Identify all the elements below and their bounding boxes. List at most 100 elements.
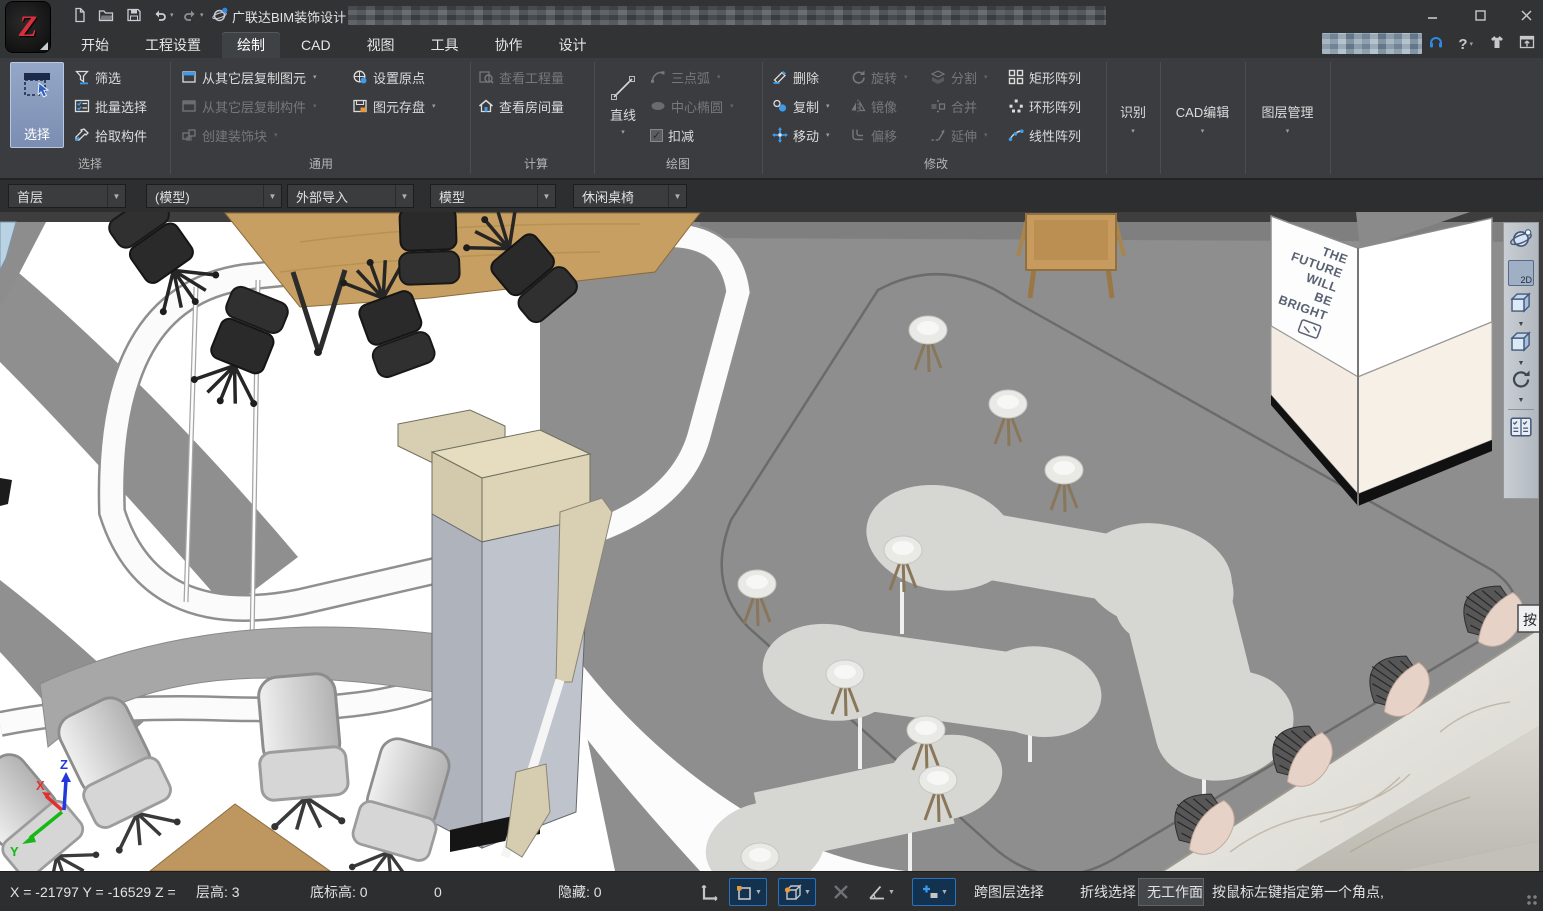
ring-array-button[interactable]: 环形阵列: [1008, 93, 1081, 119]
merge-icon: [930, 98, 946, 114]
split-button[interactable]: 分割▾: [930, 64, 990, 90]
undo-icon[interactable]: ▾: [152, 6, 176, 24]
close-button[interactable]: [1511, 6, 1541, 24]
tab-project-settings[interactable]: 工程设置: [130, 32, 216, 58]
dynamic-input-toggle[interactable]: ▼: [912, 878, 956, 906]
tab-design[interactable]: 设计: [544, 32, 602, 58]
undo-dropdown-icon[interactable]: ▾: [170, 11, 174, 19]
ortho-toggle[interactable]: [694, 878, 724, 906]
linear-array-button[interactable]: 线性阵列: [1008, 122, 1081, 148]
merge-button[interactable]: 合并: [930, 93, 977, 119]
viewport-edge: [1539, 212, 1543, 871]
chevron-down-icon[interactable]: ▼: [755, 889, 762, 896]
3d-scene-canvas[interactable]: THE FUTURE WILL BE BRIGHT: [0, 212, 1543, 871]
recognize-button[interactable]: 识别▾: [1106, 62, 1160, 174]
sync-sphere-icon[interactable]: [212, 6, 229, 24]
tab-cad[interactable]: CAD: [286, 32, 346, 58]
delete-button[interactable]: 删除: [772, 64, 819, 90]
floor-height-value: 层高: 3: [196, 872, 240, 911]
cad-edit-button[interactable]: CAD编辑▾: [1160, 62, 1245, 174]
pick-component-button[interactable]: 拾取构件: [74, 122, 147, 148]
linear-array-icon: [1008, 127, 1024, 143]
block-icon: [181, 127, 197, 143]
filter-button[interactable]: 筛选: [74, 64, 121, 90]
copy-elements-from-layer-button[interactable]: 从其它层复制图元▾: [181, 64, 319, 90]
group-label-calc: 计算: [491, 155, 581, 172]
copy-components-from-layer-button[interactable]: 从其它层复制构件▾: [181, 93, 319, 119]
ribbon-tab-bar: 开始 工程设置 绘制 CAD 视图 工具 协作 设计: [0, 30, 1543, 58]
split-icon: [930, 69, 946, 85]
app-logo[interactable]: Z: [6, 2, 50, 52]
svg-text:Z: Z: [60, 757, 68, 772]
redo-dropdown-icon[interactable]: ▾: [200, 11, 204, 19]
view-quantity-button[interactable]: 查看工程量: [478, 64, 564, 90]
layer-manage-button[interactable]: 图层管理▾: [1245, 62, 1330, 174]
ribbon: 选择 筛选 批量选择 拾取构件 选择 从其它层复制图元▾ 从其它层复制构件▾ 创…: [0, 58, 1543, 180]
polyline-select-button[interactable]: 折线选择: [1072, 878, 1144, 906]
group-label-common: 通用: [276, 155, 366, 172]
subtract-toggle[interactable]: ✓扣减: [650, 122, 694, 148]
floor-dropdown[interactable]: 首层▼: [8, 184, 126, 208]
line-button[interactable]: 直线 ▾: [600, 62, 646, 148]
move-button[interactable]: 移动▾: [772, 122, 832, 148]
tab-start[interactable]: 开始: [66, 32, 124, 58]
redo-icon[interactable]: ▾: [182, 6, 206, 24]
center-ellipse-button[interactable]: 中心椭圆▾: [650, 93, 736, 119]
ribbon-collapse-icon[interactable]: [1519, 34, 1535, 55]
mirror-button[interactable]: 镜像: [850, 93, 897, 119]
object-snap-toggle[interactable]: ▼: [729, 878, 767, 906]
resize-grip[interactable]: [1527, 895, 1537, 905]
maximize-button[interactable]: [1465, 6, 1495, 24]
new-file-icon[interactable]: [72, 6, 88, 24]
cross-layer-select-button[interactable]: 跨图层选择: [966, 878, 1052, 906]
set-origin-button[interactable]: 设置原点: [352, 64, 425, 90]
eyedropper-icon: [74, 127, 90, 143]
tab-collaborate[interactable]: 协作: [480, 32, 538, 58]
chevron-down-icon[interactable]: ▼: [1518, 398, 1525, 404]
save-element-button[interactable]: 图元存盘▾: [352, 93, 438, 119]
workplane-dropdown[interactable]: 无工作面▾: [1138, 878, 1204, 906]
chevron-down-icon[interactable]: ▼: [804, 889, 811, 896]
extend-button[interactable]: 延伸▾: [930, 122, 990, 148]
svg-text:X: X: [36, 778, 45, 793]
3d-snap-toggle[interactable]: ▼: [778, 878, 816, 906]
view-dropdown[interactable]: (模型)▼: [146, 184, 282, 208]
cube-view-icon[interactable]: [1508, 290, 1534, 321]
view-settings-icon[interactable]: [1509, 415, 1533, 444]
offset-icon: [850, 127, 866, 143]
tab-tools[interactable]: 工具: [416, 32, 474, 58]
cube-style-icon[interactable]: [1508, 329, 1534, 360]
2d-view-button[interactable]: 2D: [1508, 260, 1534, 286]
3d-viewport[interactable]: THE FUTURE WILL BE BRIGHT: [0, 212, 1543, 871]
category-dropdown[interactable]: 休闲桌椅▼: [573, 184, 687, 208]
delete-icon: [772, 69, 788, 85]
create-decor-block-button[interactable]: 创建装饰块▾: [181, 122, 280, 148]
copy-button[interactable]: 复制▾: [772, 93, 832, 119]
chevron-down-icon[interactable]: ▼: [1518, 361, 1525, 367]
help-icon[interactable]: ?▾: [1458, 36, 1475, 53]
batch-select-button[interactable]: 批量选择: [74, 93, 147, 119]
view-room-quantity-button[interactable]: 查看房间量: [478, 93, 564, 119]
rotate-view-icon[interactable]: [1509, 368, 1533, 397]
open-file-icon[interactable]: [98, 6, 114, 24]
orbit-icon[interactable]: [1509, 227, 1533, 256]
skin-icon[interactable]: [1489, 34, 1505, 55]
tab-view[interactable]: 视图: [352, 32, 410, 58]
select-button[interactable]: 选择: [10, 62, 64, 148]
checkbox-checked-icon[interactable]: ✓: [650, 129, 663, 142]
rotate-button[interactable]: 旋转▾: [850, 64, 910, 90]
minimize-button[interactable]: [1417, 6, 1447, 24]
chevron-down-icon[interactable]: ▼: [941, 889, 948, 896]
headset-support-icon[interactable]: [1428, 34, 1444, 55]
track-toggle[interactable]: [826, 878, 856, 906]
tab-draw[interactable]: 绘制: [222, 32, 280, 58]
mode-dropdown[interactable]: 模型▼: [430, 184, 556, 208]
polar-angle-toggle[interactable]: ▼: [862, 878, 900, 906]
rect-array-button[interactable]: 矩形阵列: [1008, 64, 1081, 90]
chevron-down-icon[interactable]: ▼: [1518, 322, 1525, 328]
offset-button[interactable]: 偏移: [850, 122, 897, 148]
chevron-down-icon[interactable]: ▼: [888, 889, 895, 896]
source-dropdown[interactable]: 外部导入▼: [287, 184, 414, 208]
three-point-arc-button[interactable]: 三点弧▾: [650, 64, 723, 90]
save-icon[interactable]: [126, 6, 142, 24]
